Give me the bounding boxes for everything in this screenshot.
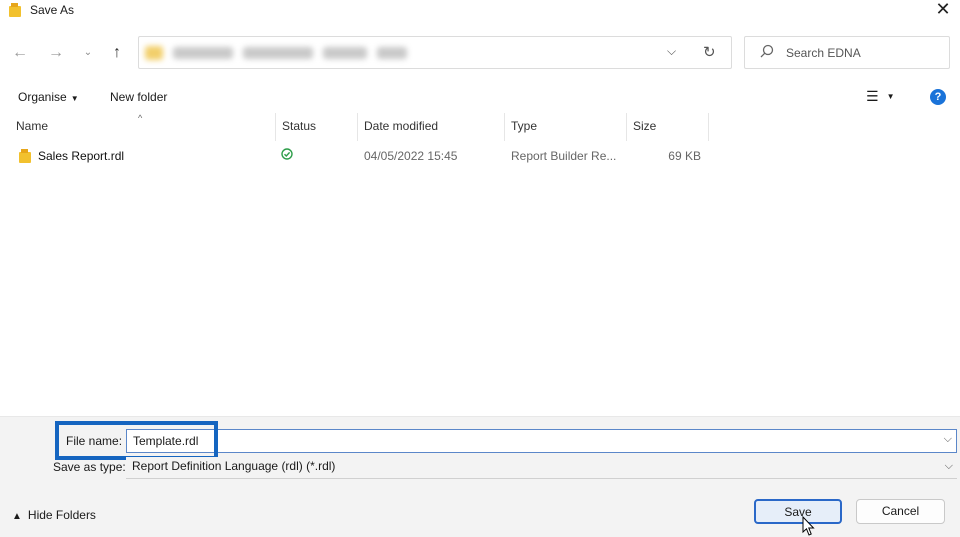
save-as-type-select[interactable]: Report Definition Language (rdl) (*.rdl)… (126, 457, 957, 479)
save-as-type-value: Report Definition Language (rdl) (*.rdl) (132, 459, 336, 473)
column-header-size[interactable]: Size (627, 113, 709, 141)
search-placeholder: Search EDNA (786, 46, 861, 60)
caret-down-icon: ▼ (886, 92, 895, 101)
hide-folders-button[interactable]: ▲ Hide Folders (12, 508, 96, 522)
hide-folders-label: Hide Folders (27, 508, 96, 522)
file-row[interactable]: Sales Report.rdl 04/05/2022 15:45 Report… (0, 144, 960, 168)
window-title: Save As (30, 3, 75, 17)
file-name: Sales Report.rdl (38, 149, 125, 163)
file-name-label: File name: (66, 434, 123, 448)
file-type: Report Builder Re... (511, 149, 617, 163)
column-header-name[interactable]: Name (10, 113, 276, 141)
column-header-date-modified[interactable]: Date modified (358, 113, 505, 141)
back-arrow-icon[interactable]: ← (10, 43, 30, 63)
chevron-down-icon[interactable]: ⌵ (944, 433, 952, 446)
column-header-status[interactable]: Status (276, 113, 358, 141)
new-folder-button[interactable]: New folder (110, 90, 167, 104)
close-icon[interactable]: ✕ (934, 0, 952, 18)
search-box[interactable]: Search EDNA (744, 36, 950, 69)
save-as-type-label: Save as type: (53, 460, 126, 474)
address-bar[interactable]: ⌵ ↻ (138, 36, 732, 69)
help-icon[interactable]: ? (930, 89, 946, 105)
recent-locations-chevron-icon[interactable]: ⌄ (78, 43, 98, 63)
file-list: Name ^ Status Date modified Type Size Sa… (0, 113, 960, 413)
blurred-path (145, 45, 445, 61)
chevron-down-icon[interactable]: ⌵ (667, 44, 676, 59)
sort-ascending-icon: ^ (138, 113, 143, 123)
list-view-icon: ☰ (866, 88, 879, 104)
up-arrow-icon[interactable]: ↑ (107, 43, 127, 63)
refresh-icon[interactable]: ↻ (703, 43, 716, 61)
view-options-button[interactable]: ☰ ▼ (866, 88, 902, 105)
file-size: 69 KB (668, 149, 701, 163)
rdl-file-icon (19, 149, 31, 163)
file-date-modified: 04/05/2022 15:45 (364, 149, 458, 163)
caret-down-icon: ▼ (70, 94, 79, 103)
command-bar: Organise ▼ New folder ☰ ▼ ? (0, 83, 960, 113)
navigation-bar: ← → ⌄ ↑ ⌵ ↻ Search EDNA (0, 26, 960, 82)
chevron-down-icon[interactable]: ⌵ (945, 460, 953, 473)
organise-label: Organise (18, 90, 67, 104)
forward-arrow-icon[interactable]: → (46, 43, 66, 63)
organise-button[interactable]: Organise ▼ (18, 90, 79, 104)
cancel-button[interactable]: Cancel (856, 499, 945, 524)
mouse-pointer-icon (802, 516, 815, 536)
save-form-panel: Template.rdl ⌵ File name: Save as type: … (0, 416, 960, 537)
report-builder-icon (9, 3, 21, 17)
column-header-type[interactable]: Type (505, 113, 627, 141)
title-bar: Save As ✕ (0, 0, 960, 26)
file-name-input[interactable]: Template.rdl ⌵ (126, 429, 957, 453)
synced-check-icon (281, 148, 293, 160)
chevron-up-icon: ▲ (12, 511, 22, 522)
search-icon (760, 44, 774, 58)
save-button[interactable]: Save (754, 499, 842, 524)
